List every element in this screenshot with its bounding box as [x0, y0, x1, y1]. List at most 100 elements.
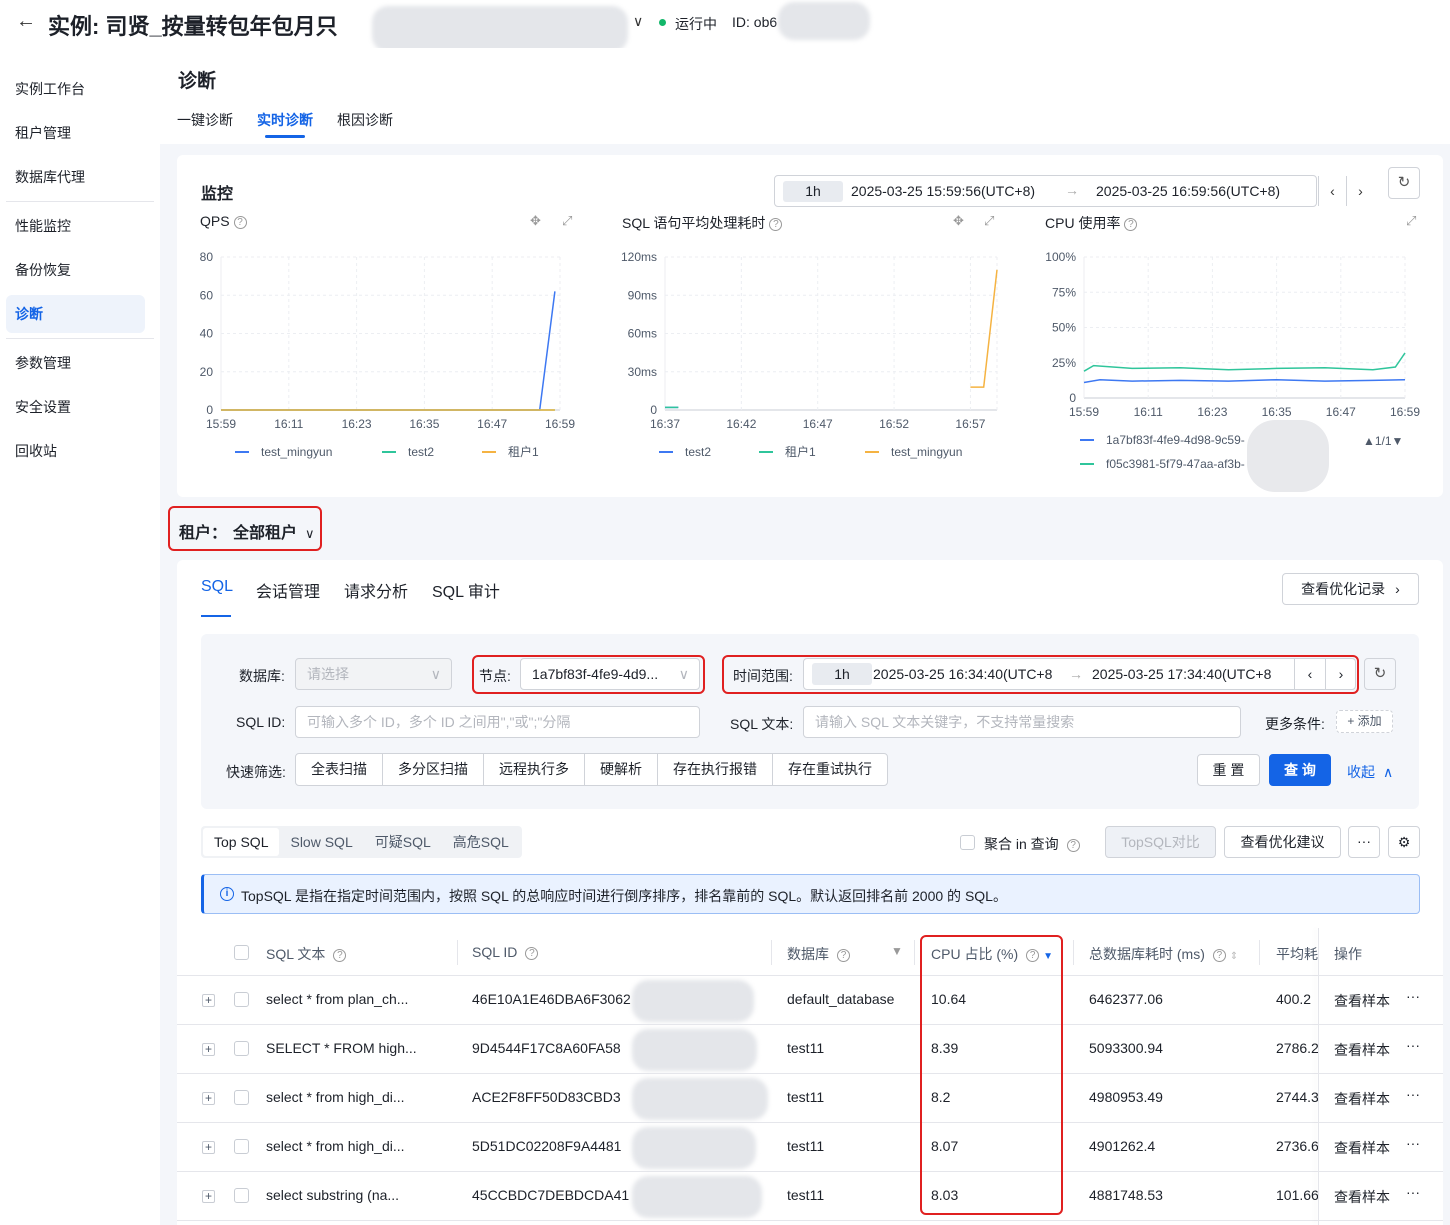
instance-title: 实例: 司贤_按量转包年包月只: [48, 14, 338, 39]
expand-row-icon[interactable]: +: [202, 1190, 215, 1203]
x-tick-label: 16:42: [726, 417, 756, 431]
sidebar-divider: [6, 338, 154, 339]
view-sample-link[interactable]: 查看样本: [1334, 1040, 1390, 1060]
sql-text-link[interactable]: select * from high_di...: [266, 1089, 405, 1105]
expand-row-icon[interactable]: +: [202, 1092, 215, 1105]
prev-range-icon[interactable]: ‹: [1294, 659, 1325, 689]
filter-icon[interactable]: ▼: [891, 944, 903, 958]
node-select[interactable]: 1a7bf83f-4fe9-4d9... ∨: [520, 658, 700, 690]
segment-suspicious-sql[interactable]: 可疑SQL: [364, 828, 442, 856]
sql-id-cell: 9D4544F17C8A60FA58: [472, 1040, 621, 1056]
sidebar-item-monitoring[interactable]: 性能监控: [6, 207, 145, 245]
tab-sql[interactable]: SQL: [201, 578, 233, 596]
view-sample-link[interactable]: 查看样本: [1334, 991, 1390, 1011]
collapse-link[interactable]: 收起 ∧: [1347, 762, 1393, 782]
col-sql-id[interactable]: SQL ID?: [472, 944, 539, 960]
back-arrow-icon[interactable]: ←: [14, 10, 38, 33]
row-more-icon[interactable]: ···: [1406, 1135, 1420, 1151]
y-tick-label: 0: [206, 403, 213, 417]
tenant-selector-highlight[interactable]: 租户： 全部租户 ∨: [168, 506, 322, 551]
add-condition-button[interactable]: + 添加: [1336, 710, 1393, 733]
y-tick-label: 75%: [1052, 285, 1076, 299]
sidebar-item-workbench[interactable]: 实例工作台: [6, 70, 145, 108]
col-divider: [457, 940, 458, 965]
row-more-icon[interactable]: ···: [1406, 1086, 1420, 1102]
query-button[interactable]: 查 询: [1269, 754, 1331, 786]
quick-filter-hard-parse[interactable]: 硬解析: [585, 754, 658, 785]
sidebar-item-diagnosis[interactable]: 诊断: [6, 295, 145, 333]
sidebar-item-security[interactable]: 安全设置: [6, 388, 145, 426]
time-preset[interactable]: 1h: [812, 663, 872, 685]
row-checkbox[interactable]: [234, 992, 249, 1007]
sql-text-link[interactable]: select substring (na...: [266, 1187, 399, 1203]
settings-gear-icon[interactable]: ⚙: [1388, 826, 1420, 858]
row-more-icon[interactable]: ···: [1406, 1184, 1420, 1200]
total-time-cell: 6462377.06: [1089, 991, 1163, 1007]
expand-row-icon[interactable]: +: [202, 1141, 215, 1154]
total-time-cell: 4881748.53: [1089, 1187, 1163, 1203]
quick-filter-exec-error[interactable]: 存在执行报错: [658, 754, 773, 785]
col-sql-text[interactable]: SQL 文本?: [266, 944, 347, 964]
row-checkbox[interactable]: [234, 1041, 249, 1056]
aggregate-in-checkbox[interactable]: [960, 835, 975, 850]
view-sample-link[interactable]: 查看样本: [1334, 1089, 1390, 1109]
col-avg-time[interactable]: 平均耗: [1276, 944, 1318, 964]
sql-text-input[interactable]: 请输入 SQL 文本关键字，不支持常量搜索: [803, 706, 1241, 738]
view-sample-link[interactable]: 查看样本: [1334, 1187, 1390, 1207]
active-tab-underline: [201, 615, 231, 617]
aggregate-in-label: 聚合 in 查询?: [984, 834, 1080, 854]
x-tick-label: 16:23: [342, 417, 372, 431]
tab-one-click-diagnosis[interactable]: 一键诊断: [177, 110, 233, 130]
row-more-icon[interactable]: ···: [1406, 988, 1420, 1004]
col-divider: [1259, 940, 1260, 965]
chevron-down-icon[interactable]: ∨: [633, 13, 643, 30]
sql-text-link[interactable]: select * from plan_ch...: [266, 991, 408, 1007]
expand-row-icon[interactable]: +: [202, 994, 215, 1007]
tab-root-cause[interactable]: 根因诊断: [337, 110, 393, 130]
sidebar-item-params[interactable]: 参数管理: [6, 344, 145, 382]
reset-button[interactable]: 重 置: [1197, 754, 1260, 786]
quick-filter-full-scan[interactable]: 全表扫描: [296, 754, 383, 785]
segment-top-sql[interactable]: Top SQL: [203, 828, 280, 856]
quick-filter-retry[interactable]: 存在重试执行: [773, 754, 887, 785]
tenant-selector[interactable]: 租户： 全部租户 ∨: [179, 519, 315, 543]
row-checkbox[interactable]: [234, 1188, 249, 1203]
col-total-time[interactable]: 总数据库耗时 (ms)? ⇕: [1089, 944, 1238, 964]
row-checkbox[interactable]: [234, 1090, 249, 1105]
segment-slow-sql[interactable]: Slow SQL: [279, 828, 363, 856]
arrow-right-icon: →: [1069, 666, 1083, 682]
sql-text-link[interactable]: SELECT * FROM high...: [266, 1040, 417, 1056]
chevron-down-icon: ∨: [678, 666, 689, 682]
tab-realtime-diagnosis[interactable]: 实时诊断: [257, 110, 313, 130]
quick-filter-multi-partition[interactable]: 多分区扫描: [383, 754, 484, 785]
sidebar-item-tenants[interactable]: 租户管理: [6, 114, 145, 152]
time-end[interactable]: 2025-03-25 17:34:40(UTC+8: [1092, 659, 1280, 689]
time-range-input[interactable]: 1h 2025-03-25 16:34:40(UTC+8 → 2025-03-2…: [803, 658, 1356, 690]
col-database[interactable]: 数据库?: [787, 944, 850, 964]
sql-id-input[interactable]: 可输入多个 ID，多个 ID 之间用","或";"分隔: [295, 706, 700, 738]
tab-sql-audit[interactable]: SQL 审计: [432, 578, 500, 602]
next-range-icon[interactable]: ›: [1325, 659, 1355, 689]
quick-filter-remote-exec[interactable]: 远程执行多: [484, 754, 585, 785]
view-optimization-records-button[interactable]: 查看优化记录 ›: [1282, 573, 1419, 605]
sidebar-item-proxy[interactable]: 数据库代理: [6, 158, 145, 196]
database-select[interactable]: 请选择 ∨: [295, 658, 452, 690]
topsql-compare-button[interactable]: TopSQL对比: [1105, 826, 1216, 858]
tab-sessions[interactable]: 会话管理: [256, 578, 320, 602]
sql-text-link[interactable]: select * from high_di...: [266, 1138, 405, 1154]
more-icon[interactable]: ···: [1348, 826, 1380, 858]
tab-request-analysis[interactable]: 请求分析: [344, 578, 408, 602]
sidebar-item-backup[interactable]: 备份恢复: [6, 251, 145, 289]
row-divider: [177, 1171, 1443, 1172]
segment-high-risk-sql[interactable]: 高危SQL: [442, 828, 520, 856]
select-all-checkbox[interactable]: [234, 945, 249, 960]
database-cell: test11: [787, 1138, 825, 1154]
time-start[interactable]: 2025-03-25 16:34:40(UTC+8: [873, 659, 1062, 689]
view-sample-link[interactable]: 查看样本: [1334, 1138, 1390, 1158]
sidebar-item-recycle[interactable]: 回收站: [6, 432, 145, 470]
refresh-icon[interactable]: ↻: [1364, 658, 1396, 690]
expand-row-icon[interactable]: +: [202, 1043, 215, 1056]
row-more-icon[interactable]: ···: [1406, 1037, 1420, 1053]
view-advice-button[interactable]: 查看优化建议: [1224, 826, 1341, 858]
row-checkbox[interactable]: [234, 1139, 249, 1154]
